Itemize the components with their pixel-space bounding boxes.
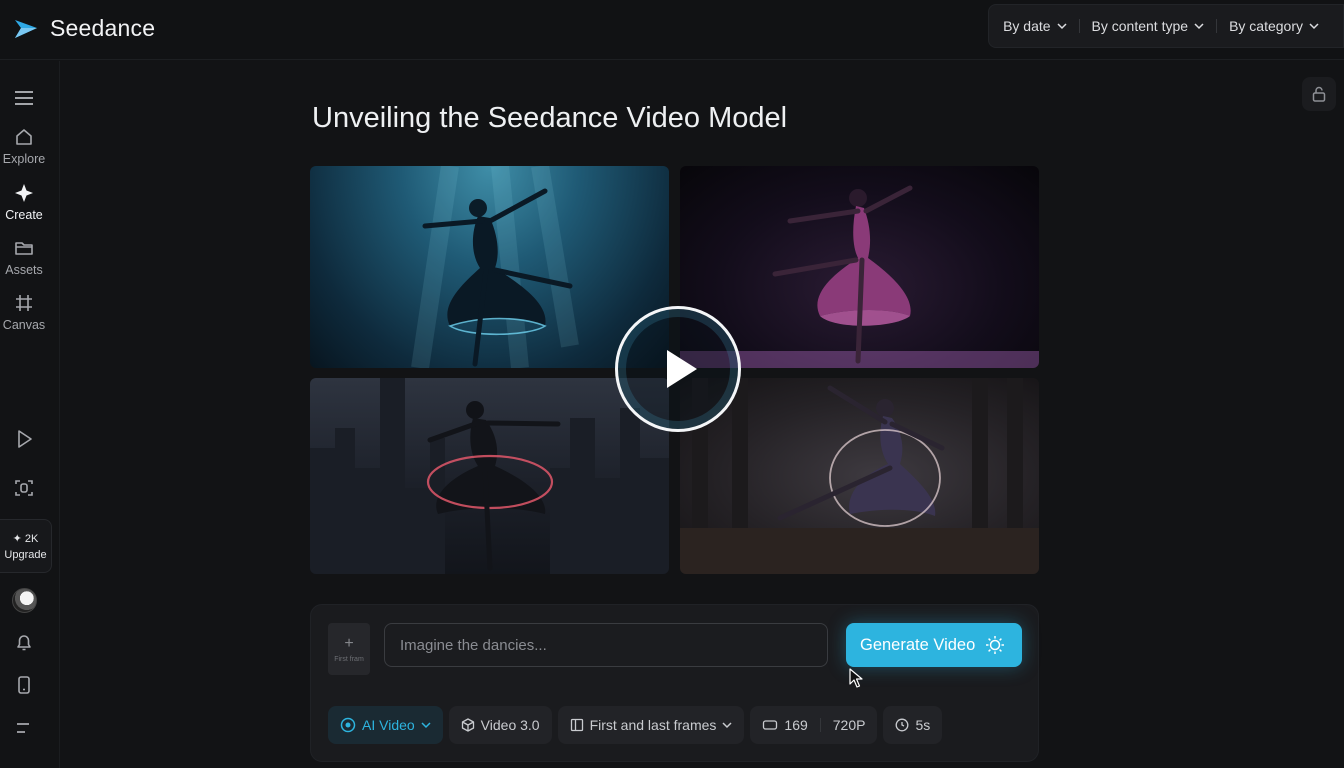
- filter-by-content-type[interactable]: By content type: [1080, 18, 1217, 34]
- cube-icon: [461, 718, 474, 732]
- capture-nav-button[interactable]: [0, 477, 48, 499]
- filter-label: By category: [1229, 18, 1303, 34]
- clock-icon: [896, 718, 909, 732]
- collapse-button[interactable]: [0, 717, 48, 739]
- aspect-ratio-icon: [763, 720, 778, 730]
- play-button[interactable]: [615, 306, 741, 432]
- sidebar-item-explore[interactable]: Explore: [0, 126, 48, 166]
- top-bar: Seedance By date By content type By cate…: [0, 0, 1344, 60]
- capture-icon: [15, 480, 33, 496]
- chevron-down-icon: [1057, 23, 1067, 30]
- notifications-button[interactable]: [0, 631, 48, 653]
- menu-button[interactable]: [0, 87, 48, 109]
- frames-icon: [570, 718, 583, 732]
- dancer-illustration: [411, 166, 579, 368]
- sidebar-item-label: Explore: [2, 152, 46, 166]
- generate-label: Generate Video: [860, 635, 976, 654]
- preview-tile-underwater[interactable]: [310, 166, 669, 368]
- seedance-logo-icon: [15, 20, 37, 38]
- grid-icon: [16, 295, 32, 311]
- ai-video-icon: [340, 717, 356, 733]
- options-row: AI Video Video 3.0 First and last frames…: [328, 706, 943, 744]
- play-icon: [667, 350, 697, 388]
- frames-select[interactable]: First and last frames: [557, 706, 745, 744]
- sidebar-item-assets[interactable]: Assets: [0, 237, 48, 277]
- mouse-cursor-icon: [849, 668, 863, 688]
- play-icon: [18, 430, 32, 448]
- avatar[interactable]: [12, 588, 37, 613]
- divider: [819, 718, 821, 732]
- folder-icon: [15, 242, 33, 255]
- lines-icon: [17, 723, 29, 733]
- first-frame-upload[interactable]: + First fram: [328, 623, 370, 675]
- chevron-down-icon: [1194, 23, 1204, 30]
- chevron-down-icon: [1309, 23, 1319, 30]
- sidebar-item-label: Assets: [5, 263, 43, 277]
- ratio-label: 169: [784, 717, 808, 733]
- sidebar: Explore Create Assets Canvas ✦ 2K Upgrad…: [0, 61, 60, 768]
- sidebar-item-canvas[interactable]: Canvas: [0, 292, 48, 332]
- mode-label: AI Video: [362, 717, 415, 733]
- lock-button[interactable]: [1302, 77, 1336, 111]
- preview-tile-stage[interactable]: [680, 166, 1039, 368]
- phone-icon: [18, 676, 30, 694]
- prompt-input[interactable]: [384, 623, 828, 667]
- home-icon: [16, 129, 32, 145]
- duration-select[interactable]: 5s: [883, 706, 943, 744]
- generate-video-button[interactable]: Generate Video: [846, 623, 1022, 667]
- first-frame-label: First fram: [334, 655, 364, 663]
- resolution-label: 720P: [832, 717, 866, 733]
- brand-name: Seedance: [50, 14, 156, 41]
- plus-icon: +: [344, 634, 354, 652]
- duration-label: 5s: [915, 717, 931, 733]
- preview-tile-city[interactable]: [310, 378, 669, 574]
- dancer-illustration: [680, 378, 1039, 574]
- play-nav-button[interactable]: [0, 428, 48, 450]
- sidebar-item-create[interactable]: Create: [0, 182, 48, 222]
- sun-icon: [986, 636, 1005, 654]
- filter-by-date[interactable]: By date: [1003, 18, 1078, 34]
- filter-bar: By date By content type By category: [988, 4, 1344, 48]
- credits-count: ✦ 2K: [12, 532, 39, 545]
- dancer-illustration: [310, 378, 669, 574]
- model-select[interactable]: Video 3.0: [448, 706, 552, 744]
- page-title: Unveiling the Seedance Video Model: [312, 102, 788, 134]
- lock-icon: [1312, 86, 1326, 102]
- brand[interactable]: Seedance: [12, 14, 155, 42]
- filter-label: By date: [1003, 18, 1051, 34]
- filter-label: By content type: [1091, 18, 1189, 34]
- mode-select[interactable]: AI Video: [328, 706, 443, 744]
- bell-icon: [17, 635, 31, 651]
- prompt-composer: + First fram Generate Video AI Video Vid…: [310, 604, 1039, 762]
- frames-label: First and last frames: [589, 717, 717, 733]
- device-button[interactable]: [0, 674, 48, 696]
- ratio-resolution-select[interactable]: 169 720P: [750, 706, 878, 744]
- sidebar-item-label: Canvas: [2, 318, 46, 332]
- hamburger-menu-icon: [15, 91, 33, 105]
- upgrade-button[interactable]: ✦ 2K Upgrade: [0, 519, 52, 573]
- sidebar-item-label: Create: [5, 208, 43, 222]
- chevron-down-icon: [722, 722, 732, 729]
- upgrade-label: Upgrade: [4, 548, 47, 561]
- dancer-illustration: [680, 185, 1039, 368]
- filter-by-category[interactable]: By category: [1217, 18, 1331, 34]
- model-label: Video 3.0: [480, 717, 540, 733]
- sparkle-icon: [15, 184, 33, 202]
- chevron-down-icon: [421, 722, 431, 729]
- preview-tile-forest[interactable]: [680, 378, 1039, 574]
